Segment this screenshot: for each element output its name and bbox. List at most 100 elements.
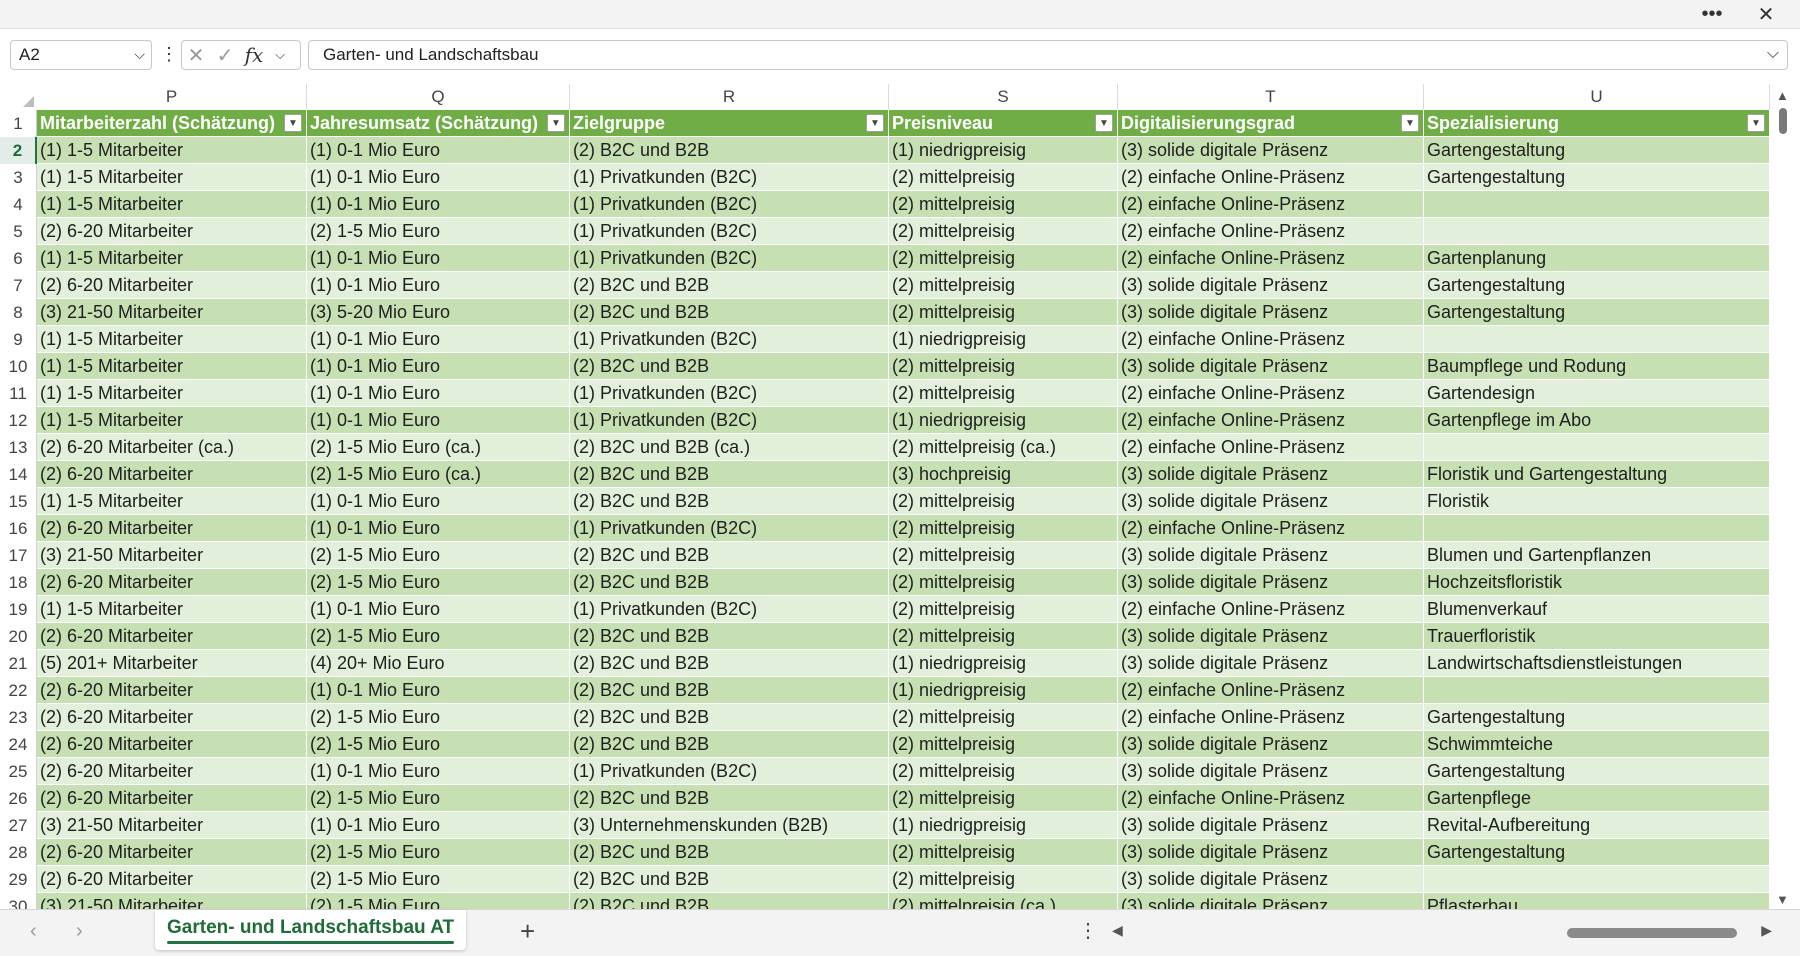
filter-dropdown-icon[interactable]: ▼	[547, 114, 565, 132]
table-header-cell[interactable]: Jahresumsatz (Schätzung) ▼	[307, 110, 570, 137]
table-cell[interactable]: (1) 0-1 Mio Euro	[307, 326, 570, 353]
table-cell[interactable]: (2) 6-20 Mitarbeiter	[37, 218, 307, 245]
row-header[interactable]: 19	[0, 596, 37, 623]
row-header[interactable]: 26	[0, 785, 37, 812]
table-cell[interactable]: (2) B2C und B2B (ca.)	[570, 434, 889, 461]
table-cell[interactable]: (1) 0-1 Mio Euro	[307, 407, 570, 434]
add-sheet-button[interactable]: +	[520, 916, 535, 947]
table-cell[interactable]: (2) mittelpreisig	[889, 245, 1118, 272]
table-cell[interactable]: (2) mittelpreisig	[889, 515, 1118, 542]
table-cell[interactable]: (1) 1-5 Mitarbeiter	[37, 488, 307, 515]
sheet-tab-active[interactable]: Garten- und Landschaftsbau AT	[155, 910, 467, 950]
row-header[interactable]: 30	[0, 893, 37, 909]
row-header[interactable]: 27	[0, 812, 37, 839]
table-cell[interactable]: (2) B2C und B2B	[570, 353, 889, 380]
table-cell[interactable]: (2) mittelpreisig	[889, 569, 1118, 596]
table-cell[interactable]: (2) einfache Online-Präsenz	[1118, 326, 1424, 353]
table-cell[interactable]: (2) B2C und B2B	[570, 542, 889, 569]
table-cell[interactable]: (1) niedrigpreisig	[889, 650, 1118, 677]
table-cell[interactable]: (1) niedrigpreisig	[889, 137, 1118, 164]
table-cell[interactable]: (1) 0-1 Mio Euro	[307, 488, 570, 515]
table-cell[interactable]: (2) 6-20 Mitarbeiter	[37, 839, 307, 866]
table-cell[interactable]: (3) solide digitale Präsenz	[1118, 758, 1424, 785]
table-cell[interactable]: (2) mittelpreisig	[889, 380, 1118, 407]
table-cell[interactable]: (2) B2C und B2B	[570, 731, 889, 758]
table-cell[interactable]: (2) 1-5 Mio Euro	[307, 623, 570, 650]
table-cell[interactable]: (2) mittelpreisig	[889, 164, 1118, 191]
table-header-cell[interactable]: Zielgruppe ▼	[570, 110, 889, 137]
table-cell[interactable]	[1424, 326, 1770, 353]
table-cell[interactable]: (1) Privatkunden (B2C)	[570, 380, 889, 407]
table-cell[interactable]: (2) mittelpreisig	[889, 488, 1118, 515]
table-cell[interactable]: (3) Unternehmenskunden (B2B)	[570, 812, 889, 839]
table-cell[interactable]: Gartengestaltung	[1424, 299, 1770, 326]
filter-dropdown-icon[interactable]: ▼	[284, 114, 302, 132]
table-cell[interactable]: (3) solide digitale Präsenz	[1118, 137, 1424, 164]
table-cell[interactable]: (3) solide digitale Präsenz	[1118, 272, 1424, 299]
table-cell[interactable]: (2) 1-5 Mio Euro (ca.)	[307, 461, 570, 488]
row-header[interactable]: 24	[0, 731, 37, 758]
table-cell[interactable]: (2) B2C und B2B	[570, 272, 889, 299]
table-cell[interactable]: (3) solide digitale Präsenz	[1118, 461, 1424, 488]
table-cell[interactable]: Baumpflege und Rodung	[1424, 353, 1770, 380]
row-header[interactable]: 23	[0, 704, 37, 731]
table-cell[interactable]: (2) B2C und B2B	[570, 893, 889, 909]
table-cell[interactable]: Gartengestaltung	[1424, 164, 1770, 191]
table-cell[interactable]: (2) einfache Online-Präsenz	[1118, 434, 1424, 461]
table-cell[interactable]	[1424, 515, 1770, 542]
row-header[interactable]: 8	[0, 299, 37, 326]
table-cell[interactable]: (1) 1-5 Mitarbeiter	[37, 164, 307, 191]
table-cell[interactable]: (2) mittelpreisig	[889, 731, 1118, 758]
column-header-p[interactable]: P	[37, 84, 307, 110]
table-cell[interactable]	[1424, 866, 1770, 893]
row-header[interactable]: 29	[0, 866, 37, 893]
table-cell[interactable]: (3) solide digitale Präsenz	[1118, 488, 1424, 515]
table-cell[interactable]: Blumen und Gartenpflanzen	[1424, 542, 1770, 569]
chevron-down-icon[interactable]: ⌵	[268, 47, 292, 63]
table-cell[interactable]	[1424, 191, 1770, 218]
row-header[interactable]: 4	[0, 191, 37, 218]
table-cell[interactable]: (3) solide digitale Präsenz	[1118, 650, 1424, 677]
table-cell[interactable]: (2) einfache Online-Präsenz	[1118, 164, 1424, 191]
table-cell[interactable]: (2) einfache Online-Präsenz	[1118, 407, 1424, 434]
table-cell[interactable]: (5) 201+ Mitarbeiter	[37, 650, 307, 677]
column-header-q[interactable]: Q	[307, 84, 570, 110]
name-box[interactable]: A2 ⌵	[10, 40, 152, 70]
column-header-u[interactable]: U	[1424, 84, 1770, 110]
row-header[interactable]: 10	[0, 353, 37, 380]
table-cell[interactable]: (2) einfache Online-Präsenz	[1118, 245, 1424, 272]
table-cell[interactable]: (2) B2C und B2B	[570, 137, 889, 164]
row-header[interactable]: 1	[0, 110, 37, 137]
table-cell[interactable]: Schwimmteiche	[1424, 731, 1770, 758]
table-cell[interactable]: (2) einfache Online-Präsenz	[1118, 380, 1424, 407]
filter-dropdown-icon[interactable]: ▼	[1401, 114, 1419, 132]
close-icon[interactable]: ✕	[1746, 2, 1786, 26]
table-cell[interactable]: (2) mittelpreisig	[889, 839, 1118, 866]
table-cell[interactable]: (3) solide digitale Präsenz	[1118, 893, 1424, 909]
table-cell[interactable]	[1424, 218, 1770, 245]
table-cell[interactable]: (1) Privatkunden (B2C)	[570, 515, 889, 542]
table-cell[interactable]: (2) mittelpreisig	[889, 191, 1118, 218]
table-cell[interactable]: (4) 20+ Mio Euro	[307, 650, 570, 677]
table-cell[interactable]: (1) 1-5 Mitarbeiter	[37, 353, 307, 380]
table-cell[interactable]: Revital-Aufbereitung	[1424, 812, 1770, 839]
row-header[interactable]: 16	[0, 515, 37, 542]
table-cell[interactable]: (2) 1-5 Mio Euro (ca.)	[307, 434, 570, 461]
table-cell[interactable]: (2) 6-20 Mitarbeiter	[37, 731, 307, 758]
table-cell[interactable]: (2) einfache Online-Präsenz	[1118, 677, 1424, 704]
table-cell[interactable]: (2) mittelpreisig	[889, 218, 1118, 245]
table-cell[interactable]: (1) Privatkunden (B2C)	[570, 191, 889, 218]
table-cell[interactable]: (3) solide digitale Präsenz	[1118, 299, 1424, 326]
table-cell[interactable]: (2) 6-20 Mitarbeiter	[37, 515, 307, 542]
filter-dropdown-icon[interactable]: ▼	[1747, 114, 1765, 132]
table-cell[interactable]: (1) 0-1 Mio Euro	[307, 353, 570, 380]
table-cell[interactable]: Gartengestaltung	[1424, 272, 1770, 299]
table-cell[interactable]: (2) B2C und B2B	[570, 677, 889, 704]
row-header[interactable]: 17	[0, 542, 37, 569]
column-header-r[interactable]: R	[570, 84, 889, 110]
table-header-cell[interactable]: Mitarbeiterzahl (Schätzung) ▼	[37, 110, 307, 137]
scroll-left-icon[interactable]: ◀	[1112, 922, 1123, 939]
table-cell[interactable]: (2) B2C und B2B	[570, 785, 889, 812]
table-cell[interactable]	[1424, 434, 1770, 461]
table-cell[interactable]: Gartenpflege im Abo	[1424, 407, 1770, 434]
